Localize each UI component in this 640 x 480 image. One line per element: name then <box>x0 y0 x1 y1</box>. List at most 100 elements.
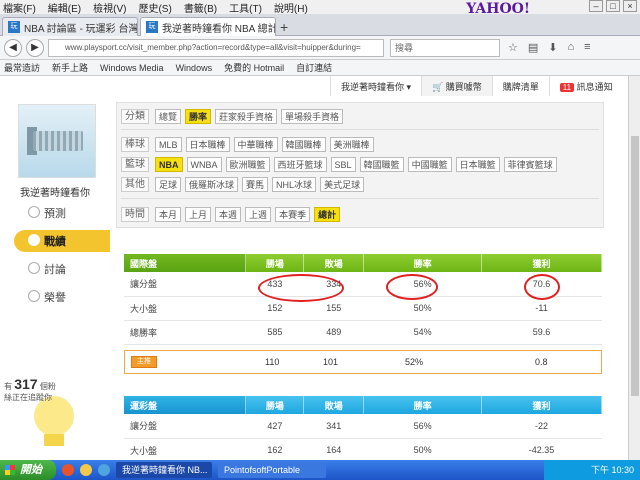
sidebar-item-honor[interactable]: 榮譽 <box>14 286 110 308</box>
menu-help[interactable]: 說明(H) <box>274 0 308 15</box>
league-option-nba[interactable]: NBA <box>155 156 183 172</box>
new-tab-icon[interactable]: + <box>280 19 288 35</box>
bookmark-item[interactable]: 新手上路 <box>52 61 88 74</box>
clipboard-icon[interactable]: ▤ <box>528 41 538 54</box>
time-option[interactable]: 本賽季 <box>275 206 311 222</box>
download-icon[interactable]: ⬇ <box>548 41 557 54</box>
time-option[interactable]: 上週 <box>245 206 272 222</box>
time-option[interactable]: 本週 <box>215 206 242 222</box>
tab-label: 我逆著時鐘看你 NBA 總計… <box>162 23 276 35</box>
sidebar-item-record[interactable]: 戰績 <box>14 230 110 252</box>
league-option[interactable]: 西班牙籃球 <box>273 156 327 172</box>
league-option[interactable]: 菲律賓籃球 <box>503 156 557 172</box>
start-button[interactable]: 開始 <box>0 460 56 480</box>
tab-bar: 玩 NBA 討論區 - 玩運彩 台灣… × 玩 我逆著時鐘看你 NBA 總計… … <box>0 14 640 36</box>
league-option[interactable]: 日本職棒 <box>185 136 230 152</box>
league-option[interactable]: 中國職籃 <box>407 156 452 172</box>
tab-nba-forum[interactable]: 玩 NBA 討論區 - 玩運彩 台灣… × <box>2 17 138 36</box>
sidebar-item-predict[interactable]: 預測 <box>14 202 110 224</box>
column-header: 國際盤 <box>124 254 247 272</box>
folder-quicklaunch-icon[interactable] <box>80 464 92 476</box>
menu-tools[interactable]: 工具(T) <box>229 0 262 15</box>
league-option[interactable]: 足球 <box>155 176 182 192</box>
notifications-link[interactable]: 11 訊息通知 <box>548 76 623 96</box>
cat-option-single-killer[interactable]: 單場殺手資格 <box>281 108 344 124</box>
row-label: 讓分盤 <box>124 272 246 297</box>
table-row: 總勝率 585 489 54% 59.6 <box>124 320 602 345</box>
vertical-scrollbar[interactable] <box>628 76 640 460</box>
time-option[interactable]: 上月 <box>185 206 212 222</box>
purchase-list-link[interactable]: 購牌清單 <box>491 76 549 96</box>
league-option[interactable]: MLB <box>155 136 182 152</box>
annotation-circle-profit <box>524 274 560 300</box>
league-option[interactable]: 美洲職棒 <box>329 136 374 152</box>
divider <box>121 198 599 199</box>
ie-quicklaunch-icon[interactable] <box>98 464 110 476</box>
cell-lose: 341 <box>303 414 364 439</box>
time-option[interactable]: 本月 <box>155 206 182 222</box>
league-option[interactable]: 賽馬 <box>242 176 269 192</box>
bolt-shaft <box>33 131 83 151</box>
tab-member-record[interactable]: 玩 我逆著時鐘看你 NBA 總計… × <box>140 17 276 36</box>
fans-suffix: 絲正在追蹤你 <box>4 393 52 402</box>
bookmark-item[interactable]: Windows <box>176 63 213 73</box>
league-option[interactable]: SBL <box>330 156 356 172</box>
star-icon[interactable]: ☆ <box>508 41 518 54</box>
column-header: 勝場 <box>245 254 305 272</box>
scrollbar-thumb[interactable] <box>631 136 639 396</box>
lightbulb-base <box>44 434 64 446</box>
bookmark-item[interactable]: 免費的 Hotmail <box>224 61 284 74</box>
league-option[interactable]: 韓國職棒 <box>281 136 326 152</box>
minimize-button[interactable]: – <box>589 0 603 12</box>
cat-option-overview[interactable]: 總覽 <box>155 108 182 124</box>
cell-lose: 489 <box>303 320 364 345</box>
league-option[interactable]: 日本職籃 <box>455 156 500 172</box>
column-header: 勝率 <box>363 254 483 272</box>
divider <box>121 129 599 130</box>
taskbar-browser-window[interactable]: 我逆著時鐘看你 NB... <box>116 462 212 478</box>
menu-file[interactable]: 檔案(F) <box>3 0 36 15</box>
column-header: 敗場 <box>303 396 365 414</box>
bookmark-item[interactable]: 最常造訪 <box>4 61 40 74</box>
cat-option-dealer-killer[interactable]: 莊家殺手資格 <box>215 108 278 124</box>
window-controls: – □ × <box>589 0 637 12</box>
cart-icon: 🛒 <box>432 82 446 92</box>
league-option[interactable]: 俄羅斯冰球 <box>185 176 239 192</box>
bookmark-item[interactable]: Windows Media <box>100 63 164 73</box>
bookmark-item[interactable]: 自訂連結 <box>296 61 332 74</box>
league-option[interactable]: NHL冰球 <box>272 176 317 192</box>
member-menu[interactable]: 我逆著時鐘看你 ▾ <box>330 76 421 96</box>
annotation-circle-win-lose <box>258 274 344 302</box>
league-option[interactable]: 中華職棒 <box>233 136 278 152</box>
address-bar[interactable]: www.playsport.cc/visit_member.php?action… <box>48 39 384 57</box>
buy-coins-link[interactable]: 🛒 購買噱幣 <box>421 76 492 96</box>
category-label: 分類 <box>121 108 149 124</box>
menu-history[interactable]: 歷史(S) <box>138 0 171 15</box>
sidebar-item-discuss[interactable]: 討論 <box>14 258 110 280</box>
time-option-total[interactable]: 總計 <box>314 206 341 222</box>
fans-number: 317 <box>14 376 38 392</box>
search-input[interactable]: 搜尋 <box>390 39 500 57</box>
menu-view[interactable]: 檢視(V) <box>93 0 126 15</box>
time-row: 時間 本月 上月 本週 上週 本賽季 總計 <box>121 206 344 222</box>
maximize-button[interactable]: □ <box>606 0 620 12</box>
taskbar-portable-window[interactable]: PointofsoftPortable <box>218 462 326 478</box>
browser-quicklaunch-icon[interactable] <box>62 464 74 476</box>
menu-edit[interactable]: 編輯(E) <box>48 0 81 15</box>
cat-option-winrate[interactable]: 勝率 <box>185 108 212 124</box>
league-option[interactable]: 美式足球 <box>320 176 365 192</box>
time-label: 時間 <box>121 206 149 222</box>
menu-bookmarks[interactable]: 書籤(B) <box>184 0 217 15</box>
close-window-button[interactable]: × <box>623 0 637 12</box>
league-option[interactable]: WNBA <box>186 156 222 172</box>
league-option[interactable]: 歐洲職籃 <box>225 156 270 172</box>
sidebar-item-label: 預測 <box>44 208 66 220</box>
forward-icon[interactable]: ▶ <box>26 38 44 57</box>
toolbar-icons: ☆ ▤ ⬇ ⌂ ≡ <box>508 41 591 54</box>
main-pick-tag[interactable]: 主推 <box>131 356 157 368</box>
league-option[interactable]: 韓國職籃 <box>359 156 404 172</box>
home-icon[interactable]: ⌂ <box>568 41 575 54</box>
hamburger-menu-icon[interactable]: ≡ <box>584 41 590 54</box>
back-icon[interactable]: ◀ <box>4 38 22 57</box>
cell-rate: 50% <box>363 296 482 321</box>
